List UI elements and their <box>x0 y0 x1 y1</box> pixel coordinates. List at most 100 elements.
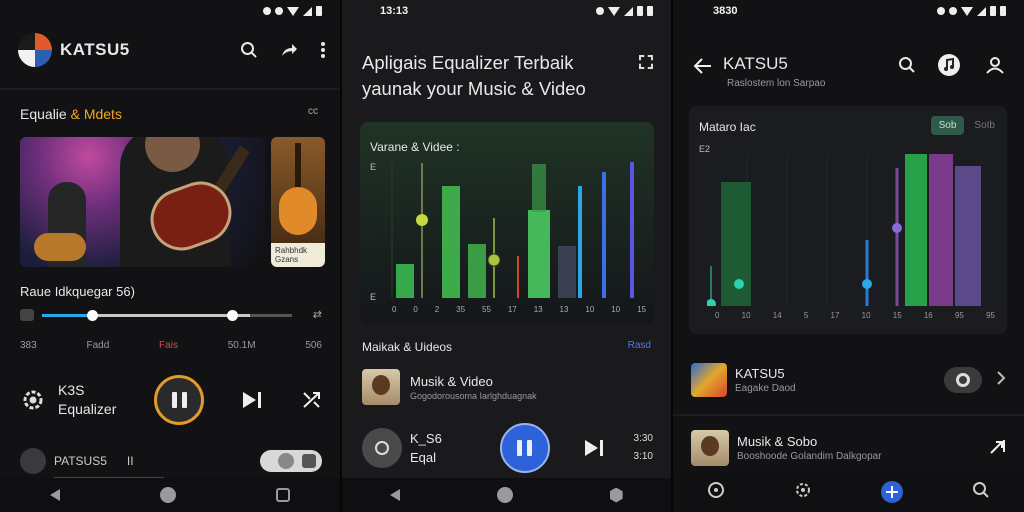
system-nav-bar <box>0 478 340 512</box>
equalizer-bars[interactable] <box>380 158 652 298</box>
preset-tab-active[interactable]: Sob <box>930 116 965 135</box>
eq-band-knob <box>487 253 501 267</box>
caption-icon[interactable] <box>20 309 34 321</box>
skip-next-icon[interactable] <box>242 391 264 409</box>
settings-icon[interactable] <box>794 481 812 504</box>
status-icons <box>263 6 322 16</box>
wifi-icon <box>608 6 620 16</box>
app-title: KATSU5 <box>60 40 130 59</box>
list-item[interactable]: Musik & Video Gogodorousoma Iarlghduagna… <box>362 368 651 406</box>
status-bar: 3830 <box>713 4 1006 18</box>
equalizer-tick-labels: 0 0 2 35 55 17 13 13 10 10 15 <box>392 305 646 314</box>
app-top-bar: KATSU5 <box>18 32 326 68</box>
list-item-subtitle: Booshoode Golandim Dalkgopar <box>737 451 882 462</box>
shuffle-icon[interactable] <box>302 390 322 410</box>
eq-band-knob <box>892 223 902 233</box>
tick-label: 55 <box>482 305 491 314</box>
tick-label: 17 <box>507 305 517 314</box>
tick-label: 95 <box>986 311 995 320</box>
list-item[interactable]: Musik & Sobo Booshoode Golandim Dalkgopa… <box>691 430 1006 466</box>
mini-player[interactable]: PATSUS5 II <box>20 448 322 478</box>
chevron-right-icon <box>302 454 316 468</box>
nav-back-icon[interactable] <box>390 489 401 501</box>
tick-label: 10 <box>611 305 621 314</box>
player-label: K_S6 Eqal <box>410 431 442 465</box>
skip-icon[interactable] <box>990 438 1006 459</box>
battery-icon <box>990 6 996 16</box>
list-action-link[interactable]: Rasd <box>628 340 651 351</box>
tick-label: 0 <box>413 305 418 314</box>
slider-end-knob[interactable] <box>227 310 238 321</box>
tick-label: 14 <box>772 311 782 320</box>
vibrate-icon <box>949 7 957 15</box>
slider-start-knob[interactable] <box>87 310 98 321</box>
equalizer-label: K3S Equalizer <box>58 382 117 417</box>
tick-label: 10 <box>585 305 595 314</box>
time-label: 50.1M <box>227 340 256 351</box>
album-art <box>691 363 727 397</box>
mini-player-toggle[interactable] <box>260 450 322 472</box>
eq-band-bar <box>602 172 606 298</box>
tick-label: 0 <box>715 311 720 320</box>
track-title: Raue Idkquegar 56) <box>20 284 135 299</box>
equalizer-card: Varane & Videe : E E 0 0 2 35 55 17 13 1… <box>360 122 654 324</box>
vibrate-icon <box>275 7 283 15</box>
fullscreen-icon[interactable] <box>639 55 653 69</box>
user-icon[interactable] <box>986 56 1004 79</box>
nav-recents-icon[interactable] <box>609 487 623 503</box>
list-item-title: Musik & Video <box>410 373 493 389</box>
side-video-thumbnail[interactable]: Rahbhdk Gzans <box>271 137 325 267</box>
nav-home-icon[interactable] <box>496 487 513 503</box>
battery-icon <box>1000 6 1006 16</box>
toggle-knob <box>278 453 294 469</box>
section-toggle-icon[interactable]: ᴄᴄ <box>308 106 318 117</box>
alarm-icon <box>596 7 604 15</box>
music-note-icon[interactable] <box>938 54 960 76</box>
repeat-icon[interactable]: ⇄ <box>313 308 322 321</box>
page-title: KATSU5 <box>723 54 788 73</box>
skip-next-icon[interactable] <box>584 439 606 457</box>
eq-band-bar <box>955 166 981 306</box>
signal-icon <box>624 6 633 16</box>
page-subtitle: Raslostem lon Sarpao <box>727 78 826 89</box>
pause-button[interactable] <box>499 423 550 473</box>
alarm-icon <box>937 7 945 15</box>
tick-label: 15 <box>637 305 646 314</box>
home-icon[interactable] <box>707 481 725 504</box>
search-icon[interactable] <box>972 481 990 504</box>
thumbnail-caption: Rahbhdk Gzans <box>271 243 325 267</box>
featured-video-thumbnail[interactable] <box>20 137 265 267</box>
nav-home-icon[interactable] <box>160 487 176 503</box>
list-item[interactable]: KATSU5 Eagake Daod <box>691 362 1006 398</box>
eq-band-bar <box>929 154 953 306</box>
artist-thumbnail <box>691 430 729 466</box>
list-title: Maikak & Uideos <box>362 340 453 354</box>
equalizer-bars[interactable] <box>707 146 999 306</box>
nav-back-icon[interactable] <box>50 489 60 501</box>
eq-band-knob <box>734 279 744 289</box>
eq-band-bar <box>578 186 582 298</box>
visibility-toggle[interactable] <box>944 367 982 393</box>
search-icon[interactable] <box>898 56 916 79</box>
back-arrow-icon[interactable] <box>693 56 713 76</box>
chevron-right-icon[interactable] <box>996 370 1006 390</box>
share-icon[interactable] <box>280 41 298 59</box>
preset-tab[interactable]: SoIb <box>970 116 999 135</box>
eq-band-bar <box>442 186 460 298</box>
nav-recents-icon[interactable] <box>276 488 290 502</box>
search-icon[interactable] <box>240 41 258 59</box>
record-button[interactable] <box>362 428 402 468</box>
battery-icon <box>637 6 643 16</box>
pause-icon <box>517 440 533 456</box>
more-vert-icon[interactable] <box>320 41 326 59</box>
divider <box>0 88 340 90</box>
eq-band-bar <box>528 210 550 298</box>
tick-label: 35 <box>456 305 466 314</box>
playback-slider[interactable]: ⇄ <box>20 306 322 324</box>
eye-icon <box>956 373 970 387</box>
add-icon[interactable] <box>880 481 903 503</box>
eq-band-bar <box>558 246 576 298</box>
gear-icon[interactable] <box>20 387 46 413</box>
wifi-icon <box>961 6 973 16</box>
pause-button[interactable] <box>154 375 204 425</box>
